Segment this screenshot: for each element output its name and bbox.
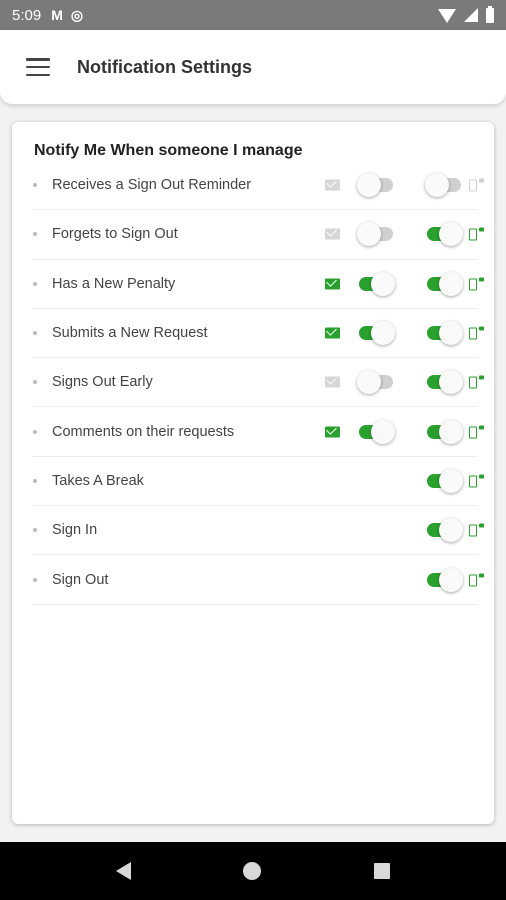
push-notification-icon [469, 326, 485, 340]
setting-row: Signs Out Early [32, 358, 484, 408]
email-icon [325, 327, 340, 339]
email-icon [325, 278, 340, 290]
setting-label: Signs Out Early [52, 374, 153, 391]
email-toggle[interactable] [357, 369, 395, 395]
email-toggle[interactable] [357, 271, 395, 297]
status-time: 5:09 [12, 6, 42, 24]
push-notification-icon [469, 227, 485, 241]
sync-icon: ◎ [70, 6, 84, 23]
email-toggle[interactable] [357, 419, 395, 445]
setting-label: Submits a New Request [52, 325, 208, 342]
setting-label: Forgets to Sign Out [52, 226, 178, 243]
recents-icon[interactable] [373, 863, 390, 879]
setting-label: Receives a Sign Out Reminder [52, 177, 252, 194]
push-notification-icon [469, 277, 485, 291]
setting-label: Comments on their requests [52, 423, 235, 440]
push-notification-icon [469, 425, 485, 439]
home-icon[interactable] [243, 862, 262, 880]
battery-icon [486, 5, 494, 23]
back-icon[interactable] [116, 862, 132, 880]
push-notification-icon [469, 573, 485, 587]
setting-label: Sign Out [52, 571, 109, 588]
setting-row: Has a New Penalty [32, 260, 484, 309]
email-toggle[interactable] [357, 221, 395, 247]
email-toggle[interactable] [357, 320, 395, 346]
signal-icon [464, 8, 478, 22]
bullet-icon [33, 429, 37, 434]
setting-row: Receives a Sign Out Reminder [32, 161, 484, 211]
setting-row: Sign In [32, 506, 484, 556]
push-toggle[interactable] [425, 221, 463, 247]
email-icon [325, 426, 340, 438]
push-toggle[interactable] [425, 468, 463, 494]
setting-label: Has a New Penalty [52, 275, 176, 292]
push-notification-icon [469, 523, 485, 537]
navigation-bar [0, 842, 506, 900]
push-toggle[interactable] [425, 172, 463, 198]
status-bar: 5:09 M ◎ [0, 0, 506, 30]
bullet-icon [33, 380, 37, 385]
bullet-icon [33, 281, 37, 286]
hamburger-menu-icon[interactable] [26, 58, 50, 76]
setting-row: Submits a New Request [32, 309, 484, 359]
push-toggle[interactable] [425, 419, 463, 445]
email-icon [325, 376, 340, 388]
email-icon [325, 228, 340, 240]
bullet-icon [33, 183, 37, 188]
bullet-icon [33, 232, 37, 237]
setting-row: Takes A Break [32, 457, 484, 507]
push-toggle[interactable] [425, 567, 463, 593]
page-title: Notification Settings [77, 56, 252, 77]
section-heading: Notify Me When someone I manage [34, 142, 303, 159]
bullet-icon [33, 331, 37, 336]
push-toggle[interactable] [425, 271, 463, 297]
bullet-icon [33, 478, 37, 483]
bullet-icon [33, 528, 37, 533]
setting-row: Comments on their requests [32, 407, 484, 457]
email-icon [325, 179, 340, 191]
push-toggle[interactable] [425, 369, 463, 395]
settings-card: Notify Me When someone I manage Receives… [12, 122, 494, 824]
push-notification-icon [469, 375, 485, 389]
setting-label: Takes A Break [52, 472, 144, 489]
wifi-icon [438, 9, 456, 23]
gmail-icon: M [51, 7, 63, 23]
setting-row: Sign Out [32, 555, 484, 605]
app-bar: Notification Settings [0, 30, 506, 104]
settings-list: Receives a Sign Out Reminder Forgets to S… [32, 161, 484, 605]
push-toggle[interactable] [425, 320, 463, 346]
bullet-icon [33, 577, 37, 582]
push-toggle[interactable] [425, 517, 463, 543]
setting-row: Forgets to Sign Out [32, 210, 484, 260]
email-toggle[interactable] [357, 172, 395, 198]
setting-label: Sign In [52, 522, 98, 539]
push-notification-icon [469, 178, 485, 192]
push-notification-icon [469, 474, 485, 488]
